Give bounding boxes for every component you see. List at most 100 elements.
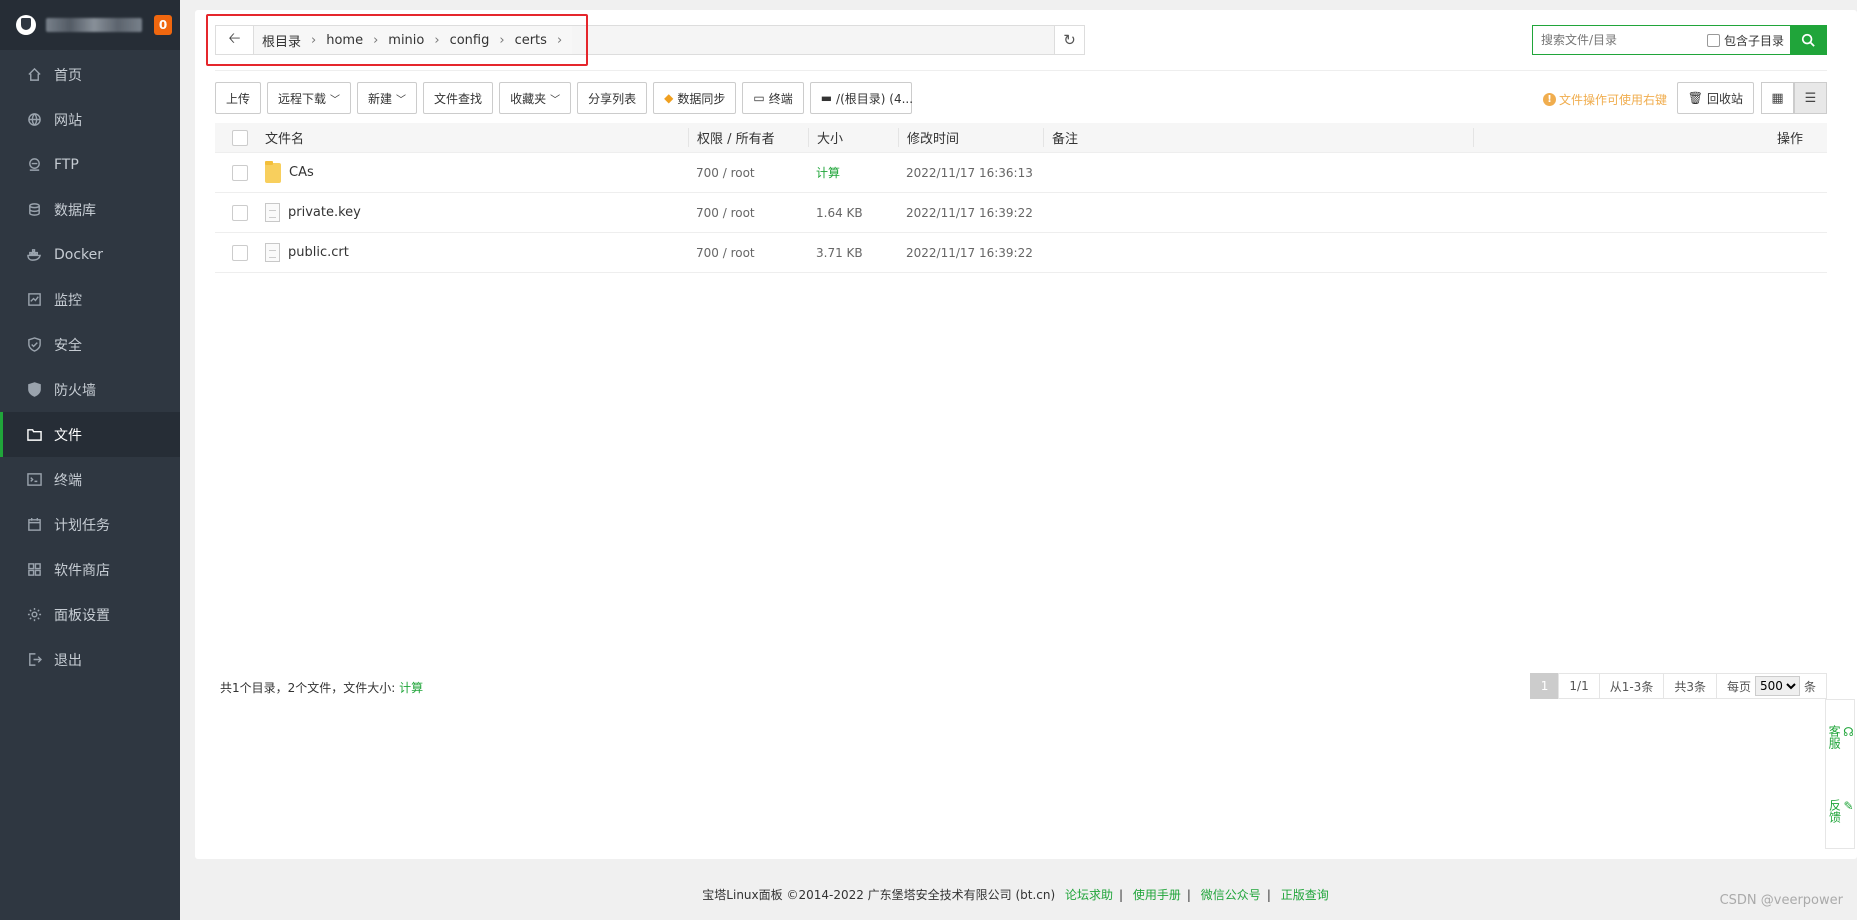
page-footer: 宝塔Linux面板 ©2014-2022 广东堡塔安全技术有限公司 (bt.cn… bbox=[702, 888, 1329, 902]
include-subdir-checkbox[interactable] bbox=[1706, 33, 1720, 47]
data-sync-button[interactable]: ◆ 数据同步 bbox=[653, 82, 737, 114]
sidebar-item-database[interactable]: 数据库 bbox=[0, 187, 180, 232]
header-mtime[interactable]: 修改时间 bbox=[898, 128, 1043, 147]
notification-badge[interactable]: 0 bbox=[154, 15, 172, 35]
recycle-bin-button[interactable]: 🗑 回收站 bbox=[1676, 82, 1754, 114]
share-list-button[interactable]: 分享列表 bbox=[577, 82, 648, 114]
sidebar-item-security[interactable]: 安全 bbox=[0, 322, 180, 367]
calc-size-link[interactable]: 计算 bbox=[808, 164, 898, 181]
chevron-down-icon: ﹀ bbox=[396, 94, 407, 106]
favorites-button[interactable]: 收藏夹 ﹀ bbox=[499, 82, 572, 114]
sidebar-item-label: 安全 bbox=[54, 337, 82, 354]
row-checkbox[interactable] bbox=[232, 244, 248, 261]
sidebar-item-label: 文件 bbox=[54, 427, 82, 444]
select-all-checkbox[interactable] bbox=[232, 129, 248, 146]
logout-icon bbox=[26, 652, 42, 668]
sidebar: 0 首页 网站 FTP 数据库 Docker 监控 安全 防火墙 文件 终端 计… bbox=[0, 0, 180, 920]
sidebar-item-settings[interactable]: 面板设置 bbox=[0, 592, 180, 637]
disk-select-button[interactable]: ▬/(根目录) (4... bbox=[809, 82, 913, 114]
search-button[interactable] bbox=[1790, 26, 1826, 54]
file-name[interactable]: CAs bbox=[289, 165, 314, 180]
terminal-icon bbox=[26, 472, 42, 488]
chevron-right-icon: › bbox=[373, 32, 379, 48]
manual-link[interactable]: 使用手册 bbox=[1133, 888, 1181, 902]
file-perm[interactable]: 700 / root bbox=[688, 166, 808, 180]
sidebar-item-label: 防火墙 bbox=[54, 382, 96, 399]
file-perm[interactable]: 700 / root bbox=[688, 246, 808, 260]
pagination: 1 1/1 从1-3条 共3条 每页 500 条 bbox=[1529, 673, 1827, 699]
watermark: CSDN @veerpower bbox=[1719, 893, 1843, 908]
calc-total-link[interactable]: 计算 bbox=[399, 681, 423, 695]
sidebar-item-monitor[interactable]: 监控 bbox=[0, 277, 180, 322]
sidebar-header: 0 bbox=[0, 0, 180, 50]
sidebar-item-home[interactable]: 首页 bbox=[0, 52, 180, 97]
wechat-link[interactable]: 微信公众号 bbox=[1201, 888, 1261, 902]
row-checkbox[interactable] bbox=[232, 164, 248, 181]
globe-icon bbox=[26, 112, 42, 128]
license-link[interactable]: 正版查询 bbox=[1281, 888, 1329, 902]
search-icon bbox=[1801, 33, 1815, 47]
sidebar-item-logout[interactable]: 退出 bbox=[0, 637, 180, 682]
page-current[interactable]: 1 bbox=[1529, 673, 1560, 699]
include-subdir-toggle[interactable]: 包含子目录 bbox=[1706, 26, 1790, 54]
sidebar-menu: 首页 网站 FTP 数据库 Docker 监控 安全 防火墙 文件 终端 计划任… bbox=[0, 52, 180, 682]
terminal-icon: ▭ bbox=[753, 91, 765, 105]
database-icon bbox=[26, 202, 42, 218]
grid-view-button[interactable]: ▦ bbox=[1761, 82, 1794, 114]
breadcrumb-item[interactable]: certs › bbox=[515, 33, 563, 48]
file-size: 3.71 KB bbox=[816, 245, 863, 260]
file-perm[interactable]: 700 / root bbox=[688, 206, 808, 220]
float-tools: ☊ 客服 ✎ 反馈 bbox=[1825, 699, 1855, 849]
breadcrumb-item[interactable]: minio › bbox=[388, 33, 439, 48]
chevron-right-icon: › bbox=[499, 32, 505, 48]
sidebar-item-docker[interactable]: Docker bbox=[0, 232, 180, 277]
list-view-button[interactable]: ☰ bbox=[1794, 82, 1827, 114]
row-checkbox[interactable] bbox=[232, 204, 248, 221]
header-ops: 操作 bbox=[1473, 128, 1827, 147]
search-box: 包含子目录 bbox=[1532, 25, 1827, 55]
sidebar-item-website[interactable]: 网站 bbox=[0, 97, 180, 142]
chevron-right-icon: › bbox=[556, 32, 563, 48]
new-button[interactable]: 新建 ﹀ bbox=[357, 82, 418, 114]
feedback-button[interactable]: ✎ 反馈 bbox=[1826, 799, 1853, 823]
header-perm[interactable]: 权限 / 所有者 bbox=[688, 128, 808, 147]
ftp-icon bbox=[26, 157, 42, 173]
header-size[interactable]: 大小 bbox=[808, 128, 898, 147]
sidebar-item-ftp[interactable]: FTP bbox=[0, 142, 180, 187]
upload-button[interactable]: 上传 bbox=[215, 82, 262, 114]
file-manager-panel: 🡠 根目录› home› minio› config› certs› ↻ 包含子… bbox=[195, 10, 1857, 859]
remote-download-button[interactable]: 远程下载 ﹀ bbox=[267, 82, 352, 114]
header-name[interactable]: 文件名 bbox=[265, 128, 688, 147]
sidebar-item-firewall[interactable]: 防火墙 bbox=[0, 367, 180, 412]
breadcrumb-item[interactable]: config › bbox=[450, 33, 505, 48]
page-range: 从1-3条 bbox=[1598, 673, 1665, 699]
gear-icon bbox=[26, 607, 42, 623]
customer-service-button[interactable]: ☊ 客服 bbox=[1826, 725, 1854, 749]
sidebar-item-store[interactable]: 软件商店 bbox=[0, 547, 180, 592]
forum-link[interactable]: 论坛求助 bbox=[1065, 888, 1113, 902]
sidebar-item-files[interactable]: 文件 bbox=[0, 412, 180, 457]
sidebar-item-label: Docker bbox=[54, 246, 104, 263]
arrow-left-icon: 🡠 bbox=[228, 28, 241, 47]
terminal-button[interactable]: ▭ 终端 bbox=[742, 82, 804, 114]
file-name[interactable]: private.key bbox=[288, 205, 361, 220]
file-name[interactable]: public.crt bbox=[288, 245, 349, 260]
breadcrumb-item[interactable]: 根目录 › bbox=[262, 31, 316, 50]
file-mtime: 2022/11/17 16:39:22 bbox=[906, 205, 1033, 220]
info-icon: ! bbox=[1542, 93, 1556, 106]
file-search-button[interactable]: 文件查找 bbox=[423, 82, 494, 114]
per-page-select[interactable]: 500 bbox=[1754, 676, 1800, 696]
table-row[interactable]: public.crt 700 / root 3.71 KB 2022/11/17… bbox=[215, 233, 1827, 273]
sidebar-item-cron[interactable]: 计划任务 bbox=[0, 502, 180, 547]
table-row[interactable]: CAs 700 / root 计算 2022/11/17 16:36:13 bbox=[215, 153, 1827, 193]
back-button[interactable]: 🡠 bbox=[216, 26, 254, 54]
refresh-button[interactable]: ↻ bbox=[1054, 26, 1084, 54]
breadcrumb-item[interactable]: home › bbox=[326, 33, 378, 48]
list-icon: ☰ bbox=[1804, 90, 1817, 106]
table-header: 文件名 权限 / 所有者 大小 修改时间 备注 操作 bbox=[215, 123, 1827, 153]
search-input[interactable] bbox=[1533, 26, 1707, 54]
sidebar-item-terminal[interactable]: 终端 bbox=[0, 457, 180, 502]
path-bar: 🡠 根目录 › home › minio › config › certs › ↻ bbox=[215, 25, 1085, 55]
sidebar-item-label: FTP bbox=[54, 156, 79, 173]
table-row[interactable]: private.key 700 / root 1.64 KB 2022/11/1… bbox=[215, 193, 1827, 233]
